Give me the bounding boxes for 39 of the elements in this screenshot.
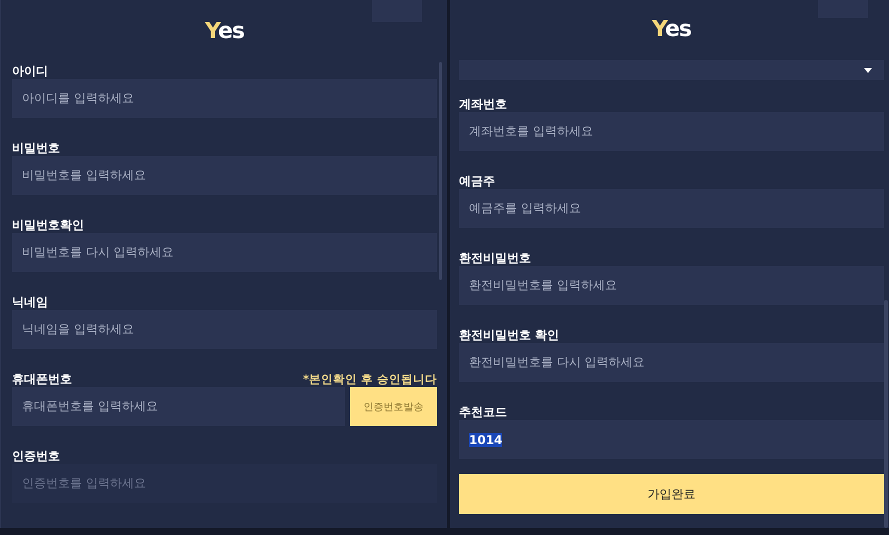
input-field[interactable]: 비밀번호를 다시 입력하세요 xyxy=(12,233,437,272)
bank-select[interactable] xyxy=(459,60,884,80)
placeholder: 예금주를 입력하세요 xyxy=(469,200,581,217)
field-label: 아이디 xyxy=(12,62,48,80)
field-label: 비밀번호확인 xyxy=(12,216,84,234)
input-field[interactable]: 예금주를 입력하세요 xyxy=(459,189,884,228)
field-label: 인증번호 xyxy=(12,448,60,464)
input-field[interactable]: 휴대폰번호를 입력하세요 xyxy=(12,387,345,426)
placeholder: 비밀번호를 다시 입력하세요 xyxy=(22,244,174,261)
field-label: 비밀번호 xyxy=(12,140,60,156)
placeholder: 계좌번호를 입력하세요 xyxy=(469,123,593,140)
placeholder: 아이디를 입력하세요 xyxy=(22,90,134,107)
placeholder: 환전비밀번호를 다시 입력하세요 xyxy=(469,354,645,371)
input-field[interactable]: 환전비밀번호를 다시 입력하세요 xyxy=(459,343,884,382)
approval-note: *본인확인 후 승인됩니다 xyxy=(302,372,437,386)
input-field[interactable]: 닉네임을 입력하세요 xyxy=(12,310,437,349)
field-label: 계좌번호 xyxy=(459,96,507,112)
placeholder: 비밀번호를 입력하세요 xyxy=(22,167,146,184)
field-label: 예금주 xyxy=(459,172,495,190)
input-field[interactable]: 계좌번호를 입력하세요 xyxy=(459,112,884,151)
field-label: 닉네임 xyxy=(12,294,48,310)
input-field[interactable]: 환전비밀번호를 입력하세요 xyxy=(459,266,884,305)
field-label: 환전비밀번호 xyxy=(459,250,531,266)
input-field[interactable]: 1014 xyxy=(459,420,884,459)
signup-button[interactable]: 가입완료 xyxy=(459,474,884,514)
field-label: 휴대폰번호 xyxy=(12,370,72,388)
placeholder: 인증번호를 입력하세요 xyxy=(22,475,146,492)
send-code-button[interactable]: 인증번호발송 xyxy=(350,387,437,426)
logo: Yes xyxy=(205,21,244,43)
input-field[interactable]: 아이디를 입력하세요 xyxy=(12,79,437,118)
field-label: 환전비밀번호 확인 xyxy=(459,326,560,344)
logo: Yes xyxy=(652,19,691,41)
input-field[interactable]: 비밀번호를 입력하세요 xyxy=(12,156,437,195)
input-value: 1014 xyxy=(469,432,502,446)
placeholder: 휴대폰번호를 입력하세요 xyxy=(22,398,158,415)
field-label: 추천코드 xyxy=(459,404,507,420)
placeholder: 환전비밀번호를 입력하세요 xyxy=(469,277,617,294)
caret-icon xyxy=(864,68,872,72)
placeholder: 닉네임을 입력하세요 xyxy=(22,321,134,338)
